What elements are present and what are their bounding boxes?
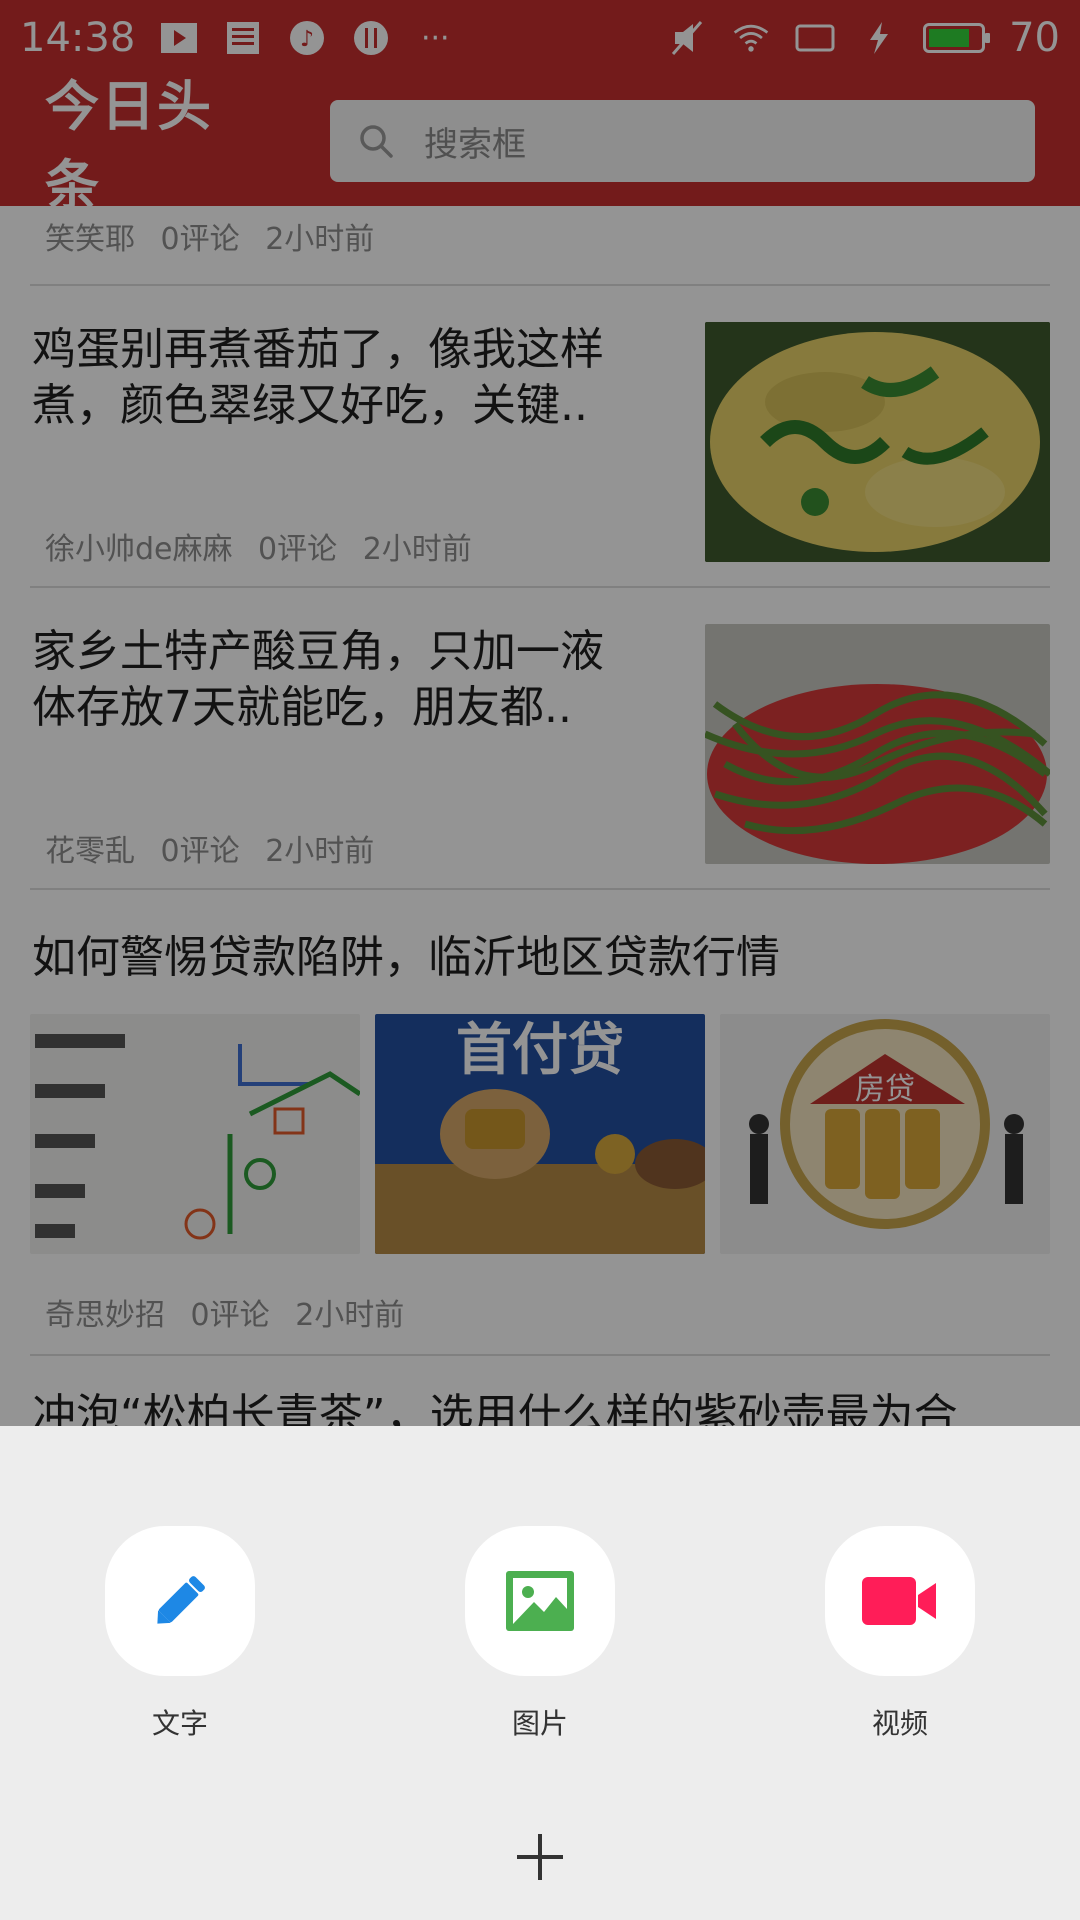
publish-video-button[interactable]: 视频 [825,1526,975,1742]
publish-video-label: 视频 [871,1707,928,1740]
publish-text-circle[interactable] [105,1526,255,1676]
image-icon [506,1571,574,1631]
dim-overlay[interactable] [0,0,1080,1426]
close-icon [517,1834,563,1880]
publish-image-label: 图片 [511,1707,568,1740]
video-icon [862,1577,936,1625]
publish-image-circle[interactable] [465,1526,615,1676]
close-sheet-button[interactable] [509,1826,571,1888]
publish-video-circle[interactable] [825,1526,975,1676]
publish-text-label: 文字 [151,1707,208,1740]
publish-text-button[interactable]: 文字 [105,1526,255,1742]
publish-image-button[interactable]: 图片 [465,1526,615,1742]
publish-sheet: 文字 图片 视频 [0,1426,1080,1920]
pencil-icon [157,1576,205,1624]
